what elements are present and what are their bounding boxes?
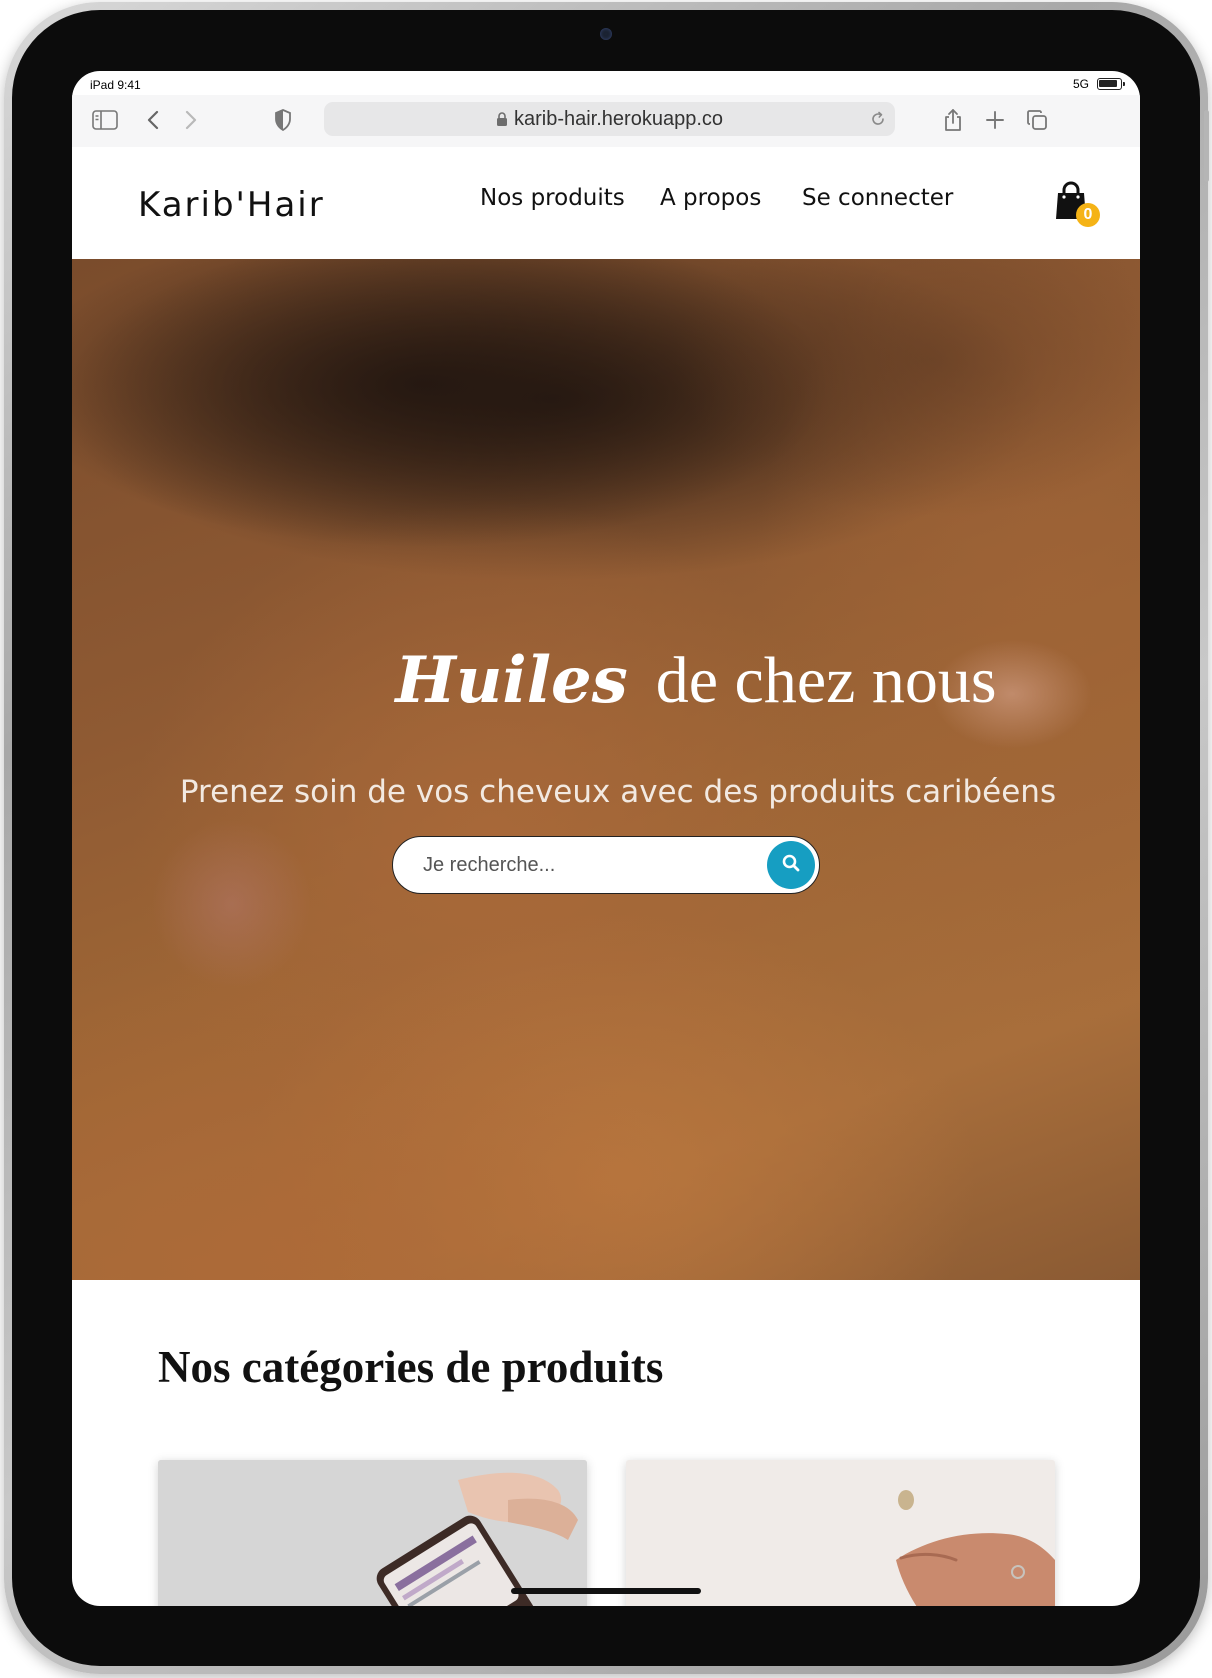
nav-link-products[interactable]: Nos produits <box>480 185 625 211</box>
search-bar <box>392 836 820 894</box>
reload-icon[interactable] <box>869 110 887 128</box>
hero-section: Huiles de chez nous Prenez soin de vos ch… <box>72 259 1140 1280</box>
hero-title-accent: Huiles <box>395 643 628 718</box>
search-button[interactable] <box>767 841 815 889</box>
category-image-hand <box>626 1460 1055 1606</box>
status-right: 5G <box>1072 77 1125 91</box>
hero-subtitle: Prenez soin de vos cheveux avec des prod… <box>179 774 1057 810</box>
browser-toolbar: karib-hair.herokuapp.co <box>72 95 1140 147</box>
hero-title: Huiles de chez nous <box>72 643 1140 719</box>
forward-icon[interactable] <box>176 105 206 135</box>
network-label: 5G <box>1072 77 1089 91</box>
site-header: Karib'Hair Nos produits A propos Se conn… <box>72 147 1140 259</box>
cart-count-badge: 0 <box>1076 203 1100 227</box>
lock-icon <box>496 112 508 126</box>
volume-button <box>1204 110 1209 182</box>
home-indicator[interactable] <box>511 1588 701 1594</box>
tabs-overview-icon[interactable] <box>1022 105 1052 135</box>
battery-icon <box>1097 78 1125 90</box>
address-bar[interactable]: karib-hair.herokuapp.co <box>324 102 895 136</box>
cart-button[interactable]: 0 <box>1054 181 1100 227</box>
back-icon[interactable] <box>138 105 168 135</box>
new-tab-icon[interactable] <box>980 105 1010 135</box>
categories-title: Nos catégories de produits <box>158 1342 664 1392</box>
nav-link-login[interactable]: Se connecter <box>802 185 953 211</box>
category-card[interactable] <box>158 1460 587 1606</box>
nav-link-about[interactable]: A propos <box>660 185 761 211</box>
hero-title-rest: de chez nous <box>655 644 997 717</box>
sidebar-toggle-icon[interactable] <box>90 105 120 135</box>
search-input[interactable] <box>423 851 743 879</box>
privacy-shield-icon[interactable] <box>268 105 298 135</box>
category-image-product-bottle <box>158 1460 587 1606</box>
search-icon <box>781 853 801 878</box>
hero-lips-highlight-2 <box>152 819 312 989</box>
front-camera <box>600 28 612 40</box>
url-text: karib-hair.herokuapp.co <box>513 107 723 130</box>
site-logo[interactable]: Karib'Hair <box>138 185 325 225</box>
share-icon[interactable] <box>938 105 968 135</box>
status-time: iPad 9:41 <box>90 78 141 92</box>
screen: iPad 9:41 5G karib-hair.herokuapp.co Kar… <box>72 71 1140 1606</box>
status-bar: iPad 9:41 5G <box>72 71 1140 95</box>
category-card[interactable] <box>626 1460 1055 1606</box>
